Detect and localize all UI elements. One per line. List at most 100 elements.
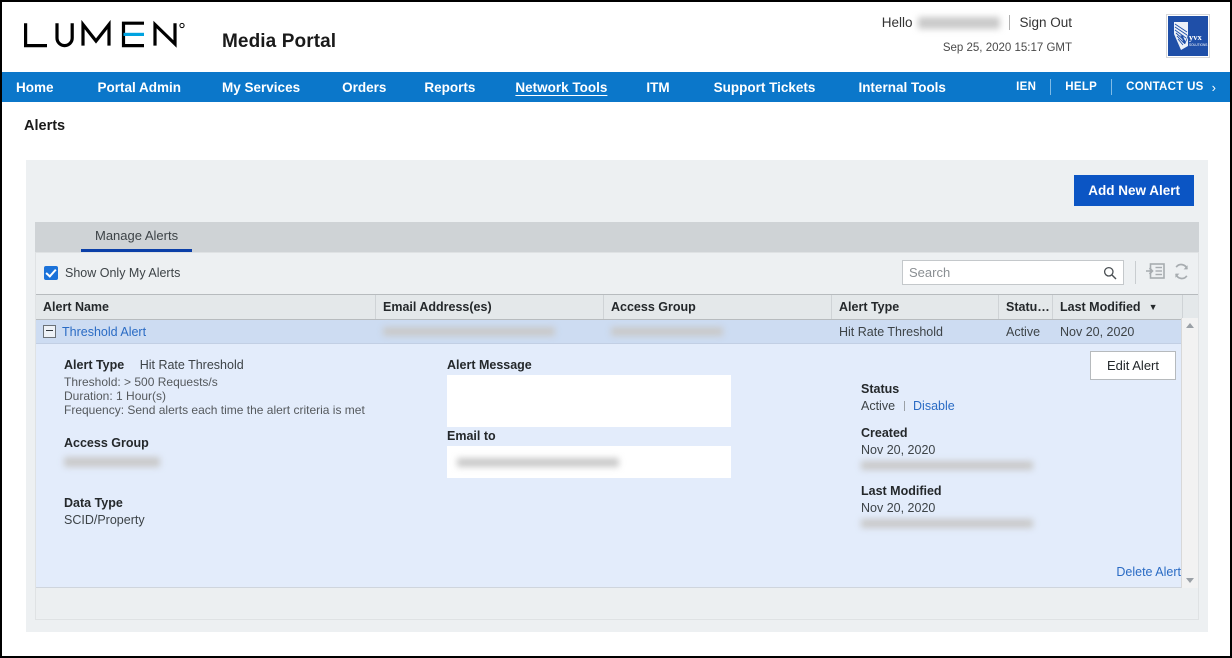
access-group-redacted (611, 327, 723, 336)
chevron-right-icon[interactable]: › (1212, 80, 1216, 95)
search-box[interactable] (902, 260, 1124, 285)
column-header-label: Alert Name (43, 300, 109, 314)
created-date: Nov 20, 2020 (861, 443, 936, 457)
column-header-label: Access Group (611, 300, 696, 314)
cell-access-group (604, 320, 832, 343)
nav-primary-items: Home Portal Admin My Services Orders Reports… (16, 80, 946, 95)
hello-label: Hello (881, 15, 913, 30)
main-navigation: Home Portal Admin My Services Orders Reports… (2, 72, 1230, 102)
lumen-logo[interactable] (22, 20, 194, 50)
sort-desc-icon[interactable]: ▼ (1149, 302, 1158, 312)
column-header-last-modified[interactable]: Last Modified ▼ (1053, 295, 1183, 319)
tab-manage-alerts[interactable]: Manage Alerts (81, 222, 193, 252)
table-row[interactable]: Threshold Alert Hit Rate Threshold Activ… (36, 320, 1198, 344)
nav-utility-help[interactable]: HELP (1065, 81, 1097, 93)
email-to-label: Email to (447, 429, 496, 443)
email-redacted (383, 327, 555, 336)
last-modified-by-redacted (861, 519, 1033, 529)
divider (1009, 15, 1011, 30)
checkbox-box (44, 266, 58, 280)
nav-item-reports[interactable]: Reports (424, 80, 475, 95)
nav-item-internal-tools[interactable]: Internal Tools (858, 80, 946, 95)
frequency-line: Frequency: Send alerts each time the ale… (64, 403, 365, 417)
last-modified-label: Last Modified (861, 484, 942, 498)
cell-alert-name[interactable]: Threshold Alert (36, 320, 376, 343)
access-group-label: Access Group (64, 436, 149, 450)
table-vertical-scrollbar[interactable] (1181, 318, 1198, 588)
nav-utility-items: IEN HELP CONTACT US › (1016, 79, 1216, 95)
nav-divider (1111, 79, 1113, 95)
export-grid-icon[interactable] (1146, 263, 1165, 280)
cell-status: Active (1006, 324, 1041, 339)
alert-type-label: Alert Type Hit Rate Threshold (64, 358, 365, 372)
nav-divider (1050, 79, 1052, 95)
refresh-icon[interactable] (1173, 263, 1190, 280)
panel-toolbar: Add New Alert (26, 160, 1208, 222)
alert-type-label-text: Alert Type (64, 358, 125, 372)
alert-name-link[interactable]: Threshold Alert (62, 325, 146, 339)
add-new-alert-button[interactable]: Add New Alert (1074, 175, 1194, 206)
data-type-label: Data Type (64, 496, 123, 510)
column-header-alert-type[interactable]: Alert Type (832, 295, 999, 319)
nav-utility-ien[interactable]: IEN (1016, 81, 1036, 93)
detail-last-modified-block: Last Modified Nov 20, 2020 (861, 484, 1033, 533)
grid-toolbar: Show Only My Alerts (36, 253, 1198, 294)
duration-line: Duration: 1 Hour(s) (64, 389, 167, 403)
column-header-email-address-es[interactable]: Email Address(es) (376, 295, 604, 319)
scroll-down-arrow-icon[interactable] (1182, 573, 1198, 588)
tab-strip: Manage Alerts (35, 222, 1199, 252)
alert-message-label: Alert Message (447, 358, 532, 372)
detail-email-to-block: Email to (447, 429, 731, 478)
cell-last-modified: Nov 20, 2020 (1060, 324, 1135, 339)
search-icon[interactable] (1103, 266, 1117, 280)
threshold-line: Threshold: > 500 Requests/s (64, 375, 218, 389)
alert-message-field[interactable] (447, 375, 731, 427)
divider (903, 401, 905, 411)
show-only-my-alerts-label: Show Only My Alerts (65, 266, 181, 280)
vyvx-logo-mark: V yvx SOLUTIONS (1168, 16, 1208, 56)
detail-created-block: Created Nov 20, 2020 (861, 426, 1033, 475)
disable-alert-link[interactable]: Disable (913, 399, 955, 413)
vyvx-logo[interactable]: V yvx SOLUTIONS (1166, 14, 1210, 58)
app-window: Media Portal Hello Sign Out Sep 25, 2020… (0, 0, 1232, 658)
nav-item-network-tools[interactable]: Network Tools (515, 80, 607, 95)
lumen-logo-mark (24, 20, 185, 48)
column-header-access-group[interactable]: Access Group (604, 295, 832, 319)
detail-alert-message-block: Alert Message (447, 358, 731, 427)
nav-item-my-services[interactable]: My Services (222, 80, 300, 95)
sign-out-link[interactable]: Sign Out (1019, 15, 1072, 30)
tab-label: Manage Alerts (95, 228, 179, 243)
column-header-label: Email Address(es) (383, 300, 492, 314)
cell-alert-type: Hit Rate Threshold (839, 324, 943, 339)
detail-data-type-block: Data Type SCID/Property (64, 496, 145, 527)
nav-utility-contact-us[interactable]: CONTACT US (1126, 81, 1204, 93)
column-header-alert-name[interactable]: Alert Name (36, 295, 376, 319)
status-value-row: Active Disable (861, 399, 955, 413)
search-input[interactable] (903, 265, 1103, 280)
edit-alert-button[interactable]: Edit Alert (1089, 351, 1176, 380)
nav-item-portal-admin[interactable]: Portal Admin (98, 80, 182, 95)
detail-access-group-block: Access Group (64, 436, 160, 471)
collapse-row-icon[interactable] (43, 325, 56, 338)
scroll-up-arrow-icon[interactable] (1182, 318, 1198, 333)
nav-item-home[interactable]: Home (16, 80, 54, 95)
cell-email-addresses (376, 320, 604, 343)
svg-text:yvx: yvx (1189, 32, 1203, 42)
nav-item-orders[interactable]: Orders (342, 80, 386, 95)
status-value: Active (861, 399, 896, 413)
user-greeting: Hello Sign Out (882, 15, 1072, 30)
alert-type-value: Hit Rate Threshold (139, 358, 244, 372)
column-header-statu[interactable]: Statu… (999, 295, 1053, 319)
app-title: Media Portal (222, 31, 337, 52)
nav-item-support-tickets[interactable]: Support Tickets (714, 80, 816, 95)
column-header-label: Alert Type (839, 300, 900, 314)
column-header-label: Last Modified (1060, 300, 1141, 314)
access-group-value-redacted (64, 456, 160, 467)
delete-alert-link[interactable]: Delete Alert (1116, 565, 1181, 579)
status-label: Status (861, 382, 900, 396)
email-to-field[interactable] (447, 446, 731, 478)
created-by-redacted (861, 461, 1033, 471)
nav-item-itm[interactable]: ITM (646, 80, 669, 95)
show-only-my-alerts-checkbox[interactable]: Show Only My Alerts (44, 266, 180, 280)
table-footer (36, 588, 1198, 618)
